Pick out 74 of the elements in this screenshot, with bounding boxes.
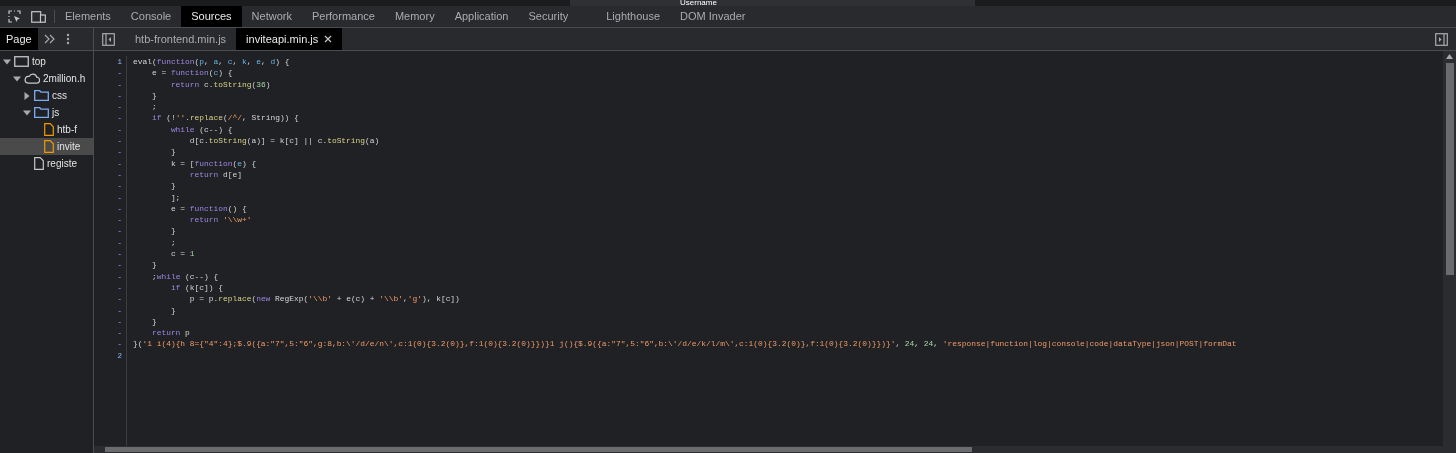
sidebar-toggle-icon[interactable] [102, 32, 115, 46]
page-heading: Username [680, 0, 718, 6]
panel-tab[interactable]: Console [120, 6, 182, 27]
tree-label: top [32, 55, 46, 69]
panel-tab[interactable]: Network [241, 6, 302, 27]
panel-tab[interactable]: Lighthouse [596, 6, 671, 27]
line-number: - [117, 123, 122, 136]
tree-label: js [52, 106, 60, 120]
tree-item[interactable]: registe [0, 155, 93, 172]
navigator-tab[interactable]: Page [0, 28, 38, 50]
tree-item[interactable]: js [0, 104, 93, 121]
line-number: - [117, 168, 122, 181]
tree-label: htb-f [57, 123, 77, 137]
panel-tab[interactable]: Performance [301, 6, 385, 27]
line-number: - [117, 281, 122, 294]
vertical-scrollbar[interactable] [1443, 51, 1456, 446]
folder-icon [34, 107, 49, 118]
line-number: - [117, 259, 122, 271]
cloud-icon [24, 73, 40, 84]
line-number: - [117, 89, 122, 102]
tree-item[interactable]: css [0, 87, 93, 104]
line-number: - [117, 236, 122, 249]
line-number: - [117, 191, 122, 203]
file-tab[interactable]: htb-frontend.min.js [125, 28, 237, 50]
line-number: - [117, 146, 122, 158]
tree-item[interactable]: top [0, 53, 93, 70]
line-number: - [117, 304, 122, 316]
sidebar-toggle-icon[interactable] [1435, 32, 1448, 46]
scroll-up-icon[interactable] [1446, 54, 1453, 59]
panel-tab[interactable]: DOM Invader [670, 6, 756, 27]
line-number: - [117, 214, 122, 226]
panel-tab[interactable]: Security [518, 6, 579, 27]
line-number: - [117, 293, 122, 305]
line-number: - [117, 327, 122, 339]
frame-icon [14, 56, 29, 67]
panel-tab[interactable]: Elements [55, 6, 121, 27]
chevrons-right-icon[interactable] [43, 34, 56, 44]
line-number: - [117, 202, 122, 215]
more-menu-icon[interactable] [65, 33, 70, 45]
line-number: - [117, 101, 122, 113]
panel-tab[interactable]: Application [444, 6, 519, 27]
line-number: - [117, 180, 122, 192]
caret-right-icon[interactable] [23, 91, 31, 100]
tree-label: invite [57, 140, 81, 154]
file-tab[interactable]: inviteapi.min.js [236, 28, 343, 50]
panel-tab[interactable]: Memory [384, 6, 445, 27]
close-icon[interactable] [324, 35, 333, 43]
horizontal-scrollbar[interactable] [94, 446, 1456, 453]
caret-down-icon[interactable] [23, 108, 31, 117]
line-number: - [117, 338, 122, 350]
line-number: - [117, 112, 122, 124]
tree-item[interactable]: 2million.h [0, 70, 93, 87]
line-number: - [117, 225, 122, 237]
line-number: - [117, 67, 122, 79]
inspect-icon[interactable] [8, 10, 21, 23]
tree-label: 2million.h [43, 72, 86, 86]
line-number: 2 [117, 349, 122, 361]
folder-icon [34, 90, 49, 101]
tree-item[interactable]: htb-f [0, 121, 93, 138]
tree-label: css [52, 89, 67, 103]
line-number: 1 [117, 56, 122, 68]
tree-item[interactable]: invite [0, 138, 93, 155]
line-number: - [117, 78, 122, 90]
line-number: - [117, 157, 122, 169]
line-number: - [117, 315, 122, 328]
line-number: - [117, 248, 122, 260]
device-icon[interactable] [31, 10, 46, 23]
file-icon [44, 140, 54, 153]
tree-label: registe [47, 157, 77, 171]
line-number: - [117, 270, 122, 282]
panel-tab[interactable]: Sources [181, 6, 242, 27]
line-number: - [117, 135, 122, 147]
file-icon [44, 123, 54, 136]
file-icon [34, 157, 44, 170]
